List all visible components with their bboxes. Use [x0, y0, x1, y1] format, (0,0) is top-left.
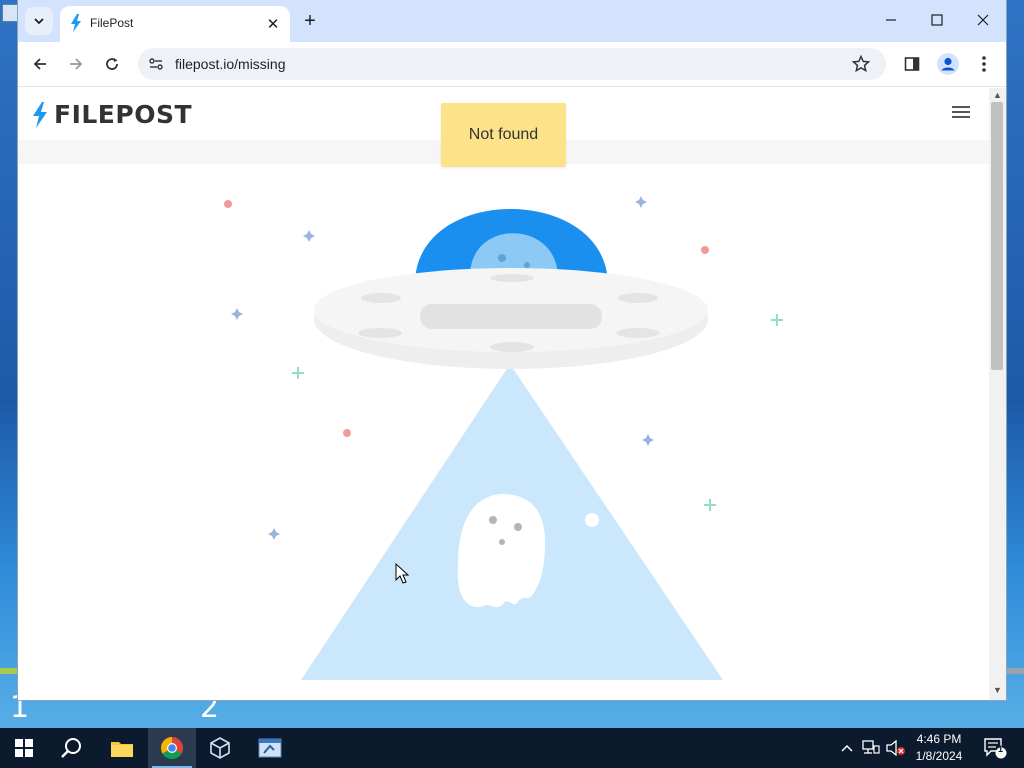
show-hidden-icons-button[interactable] — [838, 728, 856, 768]
taskbar: 4:46 PM 1/8/2024 1 — [0, 728, 1024, 768]
profile-button[interactable] — [934, 50, 962, 78]
bolt-icon — [71, 14, 81, 32]
wallpaper-accent — [1006, 668, 1024, 674]
scrollbar-thumb[interactable] — [991, 102, 1003, 370]
site-logo[interactable]: FILEPOST — [32, 100, 192, 129]
forward-arrow-icon — [70, 58, 83, 70]
file-explorer-button[interactable] — [98, 728, 146, 768]
volume-button[interactable] — [884, 728, 908, 768]
chrome-taskbar-button[interactable] — [148, 728, 196, 768]
url-text: filepost.io/missing — [175, 56, 286, 72]
reload-icon — [106, 58, 118, 70]
reload-button[interactable] — [98, 50, 126, 78]
volume-muted-icon — [886, 740, 905, 756]
tab-search-button[interactable] — [25, 7, 53, 35]
close-icon — [977, 14, 989, 26]
back-arrow-icon — [33, 58, 46, 70]
address-bar[interactable]: filepost.io/missing — [138, 48, 886, 80]
new-tab-button[interactable]: + — [298, 10, 322, 32]
search-button[interactable] — [48, 728, 96, 768]
maximize-button[interactable] — [914, 6, 960, 34]
minimize-button[interactable] — [868, 6, 914, 34]
chevron-down-icon — [34, 18, 44, 25]
network-button[interactable] — [860, 728, 882, 768]
site-info-icon[interactable] — [148, 56, 164, 72]
control-panel-icon — [258, 738, 282, 758]
action-center-button[interactable]: 1 — [978, 728, 1012, 768]
chevron-up-icon — [841, 744, 853, 752]
clock-date: 1/8/2024 — [915, 749, 963, 763]
more-vert-icon — [982, 56, 986, 72]
system-clock[interactable]: 4:46 PM 1/8/2024 — [908, 731, 970, 765]
browser-window: FilePost ✕ + filepost.io/missing FILEPOS… — [18, 0, 1006, 700]
clock-time: 4:46 PM — [916, 732, 962, 746]
tab-filepost[interactable]: FilePost ✕ — [60, 6, 290, 42]
page-content: FILEPOST Not found — [18, 88, 989, 700]
network-icon — [862, 740, 880, 754]
close-tab-icon[interactable]: ✕ — [263, 14, 283, 34]
menu-button[interactable] — [970, 50, 998, 78]
bookmark-star-icon[interactable] — [852, 55, 870, 73]
tab-strip: FilePost ✕ + — [18, 0, 1006, 42]
maximize-icon — [931, 14, 943, 26]
wallpaper-accent — [0, 668, 18, 674]
minimize-icon — [886, 19, 896, 21]
notification-icon — [984, 738, 1007, 759]
ufo-illustration — [224, 196, 783, 680]
browser-toolbar: filepost.io/missing — [18, 42, 1006, 87]
start-button[interactable] — [0, 728, 48, 768]
virtualbox-button[interactable] — [196, 728, 244, 768]
scroll-up-icon[interactable]: ▲ — [993, 90, 1002, 100]
chrome-icon — [161, 737, 183, 759]
forward-button[interactable] — [62, 50, 90, 78]
bolt-logo-icon — [33, 101, 47, 128]
not-found-toast: Not found — [441, 103, 566, 167]
page-scrollbar[interactable]: ▲ ▼ — [989, 88, 1006, 700]
side-panel-button[interactable] — [898, 50, 926, 78]
close-window-button[interactable] — [960, 6, 1006, 34]
cube-icon — [210, 737, 230, 759]
side-panel-icon — [904, 57, 920, 71]
search-icon — [61, 738, 81, 758]
scroll-down-icon[interactable]: ▼ — [993, 685, 1002, 695]
back-button[interactable] — [26, 50, 54, 78]
hamburger-menu-icon[interactable] — [952, 106, 970, 120]
notification-count: 1 — [998, 744, 1004, 754]
tab-title: FilePost — [90, 16, 134, 30]
profile-avatar-icon — [937, 53, 959, 75]
folder-icon — [111, 742, 133, 757]
windows-logo-icon — [15, 739, 33, 757]
control-panel-button[interactable] — [246, 728, 294, 768]
logo-text: FILEPOST — [54, 100, 193, 129]
